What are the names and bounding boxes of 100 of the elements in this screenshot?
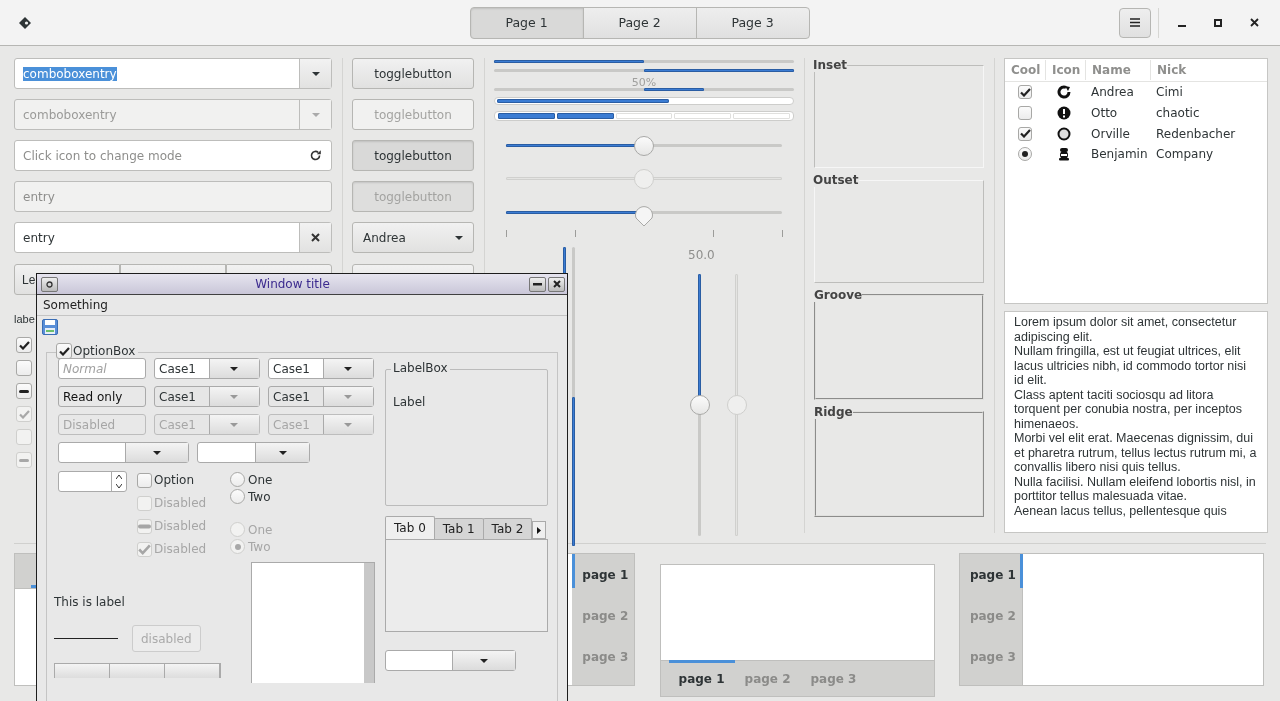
notebook-tab[interactable]: Tab 1 [433, 518, 484, 539]
stack-tab[interactable]: Page 3 [695, 6, 810, 39]
entry-text: comboboxentry [23, 107, 117, 122]
text-label: Label [393, 395, 426, 409]
progress-text: 50% [630, 77, 658, 88]
text-entry[interactable]: Read only [58, 386, 146, 407]
text-paragraph: Nulla facilisi. Nullam eleifend lobortis nisl, in porttitor tellus malesuada vitae. [1014, 474, 1257, 504]
column-header[interactable]: Name [1085, 60, 1150, 80]
refresh-icon[interactable] [309, 149, 322, 162]
notebook-tab[interactable]: page 2 [734, 661, 801, 696]
notebook-tab[interactable]: page 1 [959, 554, 1022, 595]
close-button[interactable] [548, 276, 565, 292]
minimize-icon [533, 282, 542, 286]
frame-title: Outset [813, 173, 859, 187]
caret-icon [230, 366, 239, 371]
stack-tab[interactable]: Page 1 [469, 6, 584, 39]
notebook-tab[interactable]: page 3 [572, 636, 635, 677]
frame-title: LabelBox [391, 361, 450, 375]
checkbox[interactable] [16, 360, 32, 376]
list-box[interactable] [250, 562, 375, 683]
menu-item[interactable]: Something [42, 298, 109, 312]
caret-icon [455, 235, 463, 240]
toggle-button[interactable]: togglebutton [352, 140, 474, 171]
circle-arrow-icon [1057, 85, 1071, 100]
slider[interactable] [727, 274, 747, 536]
circle-icon [46, 280, 53, 288]
checkbox[interactable] [1018, 85, 1032, 100]
combo-box[interactable]: Andrea [352, 222, 474, 253]
text-paragraph: Lorem ipsum dolor sit amet, consectetur adipiscing elit. [1014, 315, 1238, 344]
radio-button[interactable] [1018, 147, 1032, 162]
combo-box[interactable] [58, 442, 189, 463]
minimize-icon [1178, 24, 1186, 27]
checkbox[interactable] [137, 472, 152, 488]
radio-label: Two [248, 539, 271, 554]
text-entry[interactable]: Click icon to change mode [14, 140, 332, 171]
text-entry[interactable]: entry [14, 222, 332, 253]
caret-icon [344, 366, 353, 371]
column-header[interactable]: Icon [1045, 60, 1085, 80]
combo-box[interactable] [197, 442, 310, 463]
toggle-button[interactable]: togglebutton [352, 58, 474, 89]
caret-icon [344, 394, 353, 399]
combo-box[interactable]: Case1 [268, 386, 374, 407]
text-paragraph: Morbi vel elit erat. Maecenas dignissim, dui et pharetra rutrum, tellus lectus rutrum mi, a convallis libero nisi quis tellus. [1014, 431, 1258, 475]
dropdown-button[interactable] [299, 59, 331, 88]
slider[interactable] [506, 203, 782, 237]
save-icon[interactable] [42, 319, 58, 335]
window-title: Window title [254, 277, 331, 291]
combo-box[interactable]: Case1 [154, 358, 260, 379]
caret-icon [230, 422, 239, 427]
notebook-tab[interactable]: page 1 [572, 554, 635, 595]
figure-icon [1057, 147, 1071, 162]
checkbox-label: Disabled [154, 496, 207, 510]
stack-tab[interactable]: Page 2 [582, 6, 697, 39]
slider[interactable] [506, 136, 782, 156]
text-entry[interactable]: Normal [58, 358, 146, 379]
notebook-tab[interactable]: page 3 [959, 636, 1022, 677]
menu-button[interactable] [1119, 7, 1151, 38]
checkbox[interactable] [56, 343, 72, 359]
text-view[interactable] [1004, 311, 1268, 533]
combo-entry[interactable]: comboboxentry [14, 58, 332, 89]
notebook-tab[interactable]: page 3 [800, 661, 867, 696]
minimize-button[interactable] [529, 276, 546, 292]
notebook-tab[interactable]: page 2 [959, 595, 1022, 636]
checkbox[interactable] [16, 383, 32, 399]
checkbox[interactable] [1018, 106, 1032, 121]
arrow-right-icon [537, 526, 542, 534]
notebook-tab[interactable]: Tab 2 [482, 518, 533, 539]
slider[interactable] [690, 274, 710, 536]
slider-thumb[interactable] [690, 395, 710, 415]
combo-box[interactable] [385, 650, 516, 671]
column-header[interactable]: Cool [1005, 60, 1045, 80]
ring-icon [1057, 126, 1071, 141]
text-paragraph: Class aptent taciti sociosqu ad litora torquent per conubia nostra, per inceptos himenaeos. [1014, 387, 1243, 431]
notebook-tab[interactable]: Tab 0 [385, 516, 435, 539]
caret-icon [153, 450, 161, 455]
radio-button[interactable] [230, 472, 245, 487]
checkbox-label: Disabled [154, 542, 207, 556]
table-cell-text: Andrea [1090, 85, 1135, 100]
close-icon [311, 233, 320, 242]
close-icon [552, 280, 561, 288]
caret-icon [311, 112, 320, 117]
scroll-tabs-button[interactable] [532, 521, 547, 539]
slider[interactable] [506, 169, 782, 189]
notebook-tab[interactable]: page 2 [572, 595, 635, 636]
checkbox-label: Option [154, 473, 195, 487]
combo-box[interactable]: Case1 [154, 386, 260, 407]
entry-text: comboboxentry [23, 66, 117, 81]
slider-thumb[interactable] [634, 203, 654, 227]
caret-icon [311, 71, 320, 76]
combo-box[interactable]: Case1 [268, 358, 374, 379]
slider-thumb[interactable] [634, 136, 654, 156]
clear-button[interactable] [299, 223, 331, 252]
close-icon [1249, 18, 1259, 27]
checkbox[interactable] [16, 337, 32, 353]
entry-text: entry [23, 230, 55, 245]
checkbox[interactable] [1018, 126, 1032, 141]
notebook-tab[interactable]: page 1 [668, 661, 735, 696]
column-header[interactable]: Nick [1150, 60, 1267, 80]
window-menu-button[interactable] [41, 276, 58, 292]
radio-button[interactable] [230, 489, 245, 504]
